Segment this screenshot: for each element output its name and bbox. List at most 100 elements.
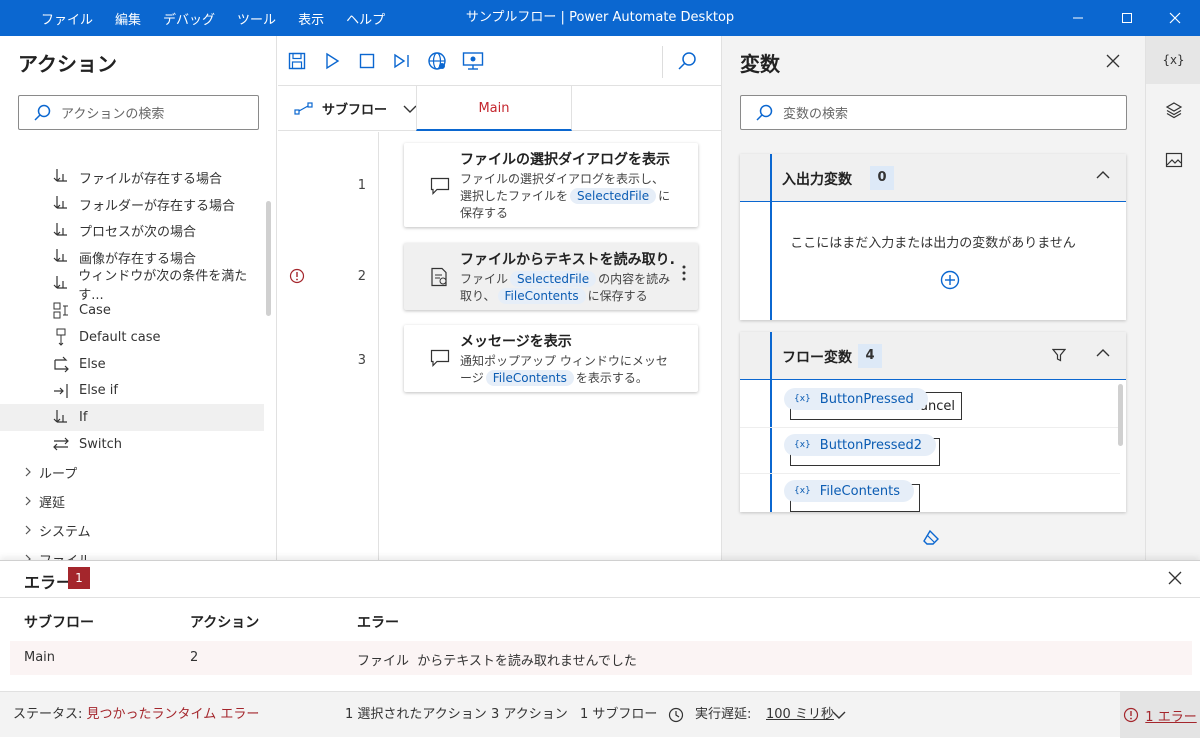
- stop-icon[interactable]: [356, 50, 378, 72]
- ui-elements-tab-button[interactable]: [1146, 86, 1200, 134]
- variable-name: ButtonPressed2: [819, 437, 923, 453]
- web-recorder-icon[interactable]: [426, 50, 448, 72]
- flow-variables-label: フロー変数: [782, 350, 852, 366]
- variable-name: ButtonPressed: [819, 391, 914, 407]
- column-header-action: アクション: [190, 615, 260, 631]
- status-value: 見つかったランタイム エラー: [86, 707, 260, 722]
- actions-search-placeholder: アクションの検索: [61, 107, 165, 122]
- line-number: 1: [357, 178, 366, 193]
- filter-icon[interactable]: [1052, 348, 1066, 362]
- io-variables-header[interactable]: 入出力変数 0: [740, 154, 1126, 202]
- action-item-process[interactable]: プロセスが次の場合: [0, 217, 264, 244]
- error-message-cell: ファイル からテキストを読み取れませんでした: [357, 654, 637, 669]
- flow-variable-row[interactable]: {x} FileContents: [740, 474, 1120, 512]
- step-title: ファイルからテキストを読み取り...: [460, 252, 676, 268]
- menu-file[interactable]: ファイル: [30, 9, 104, 28]
- action-group-loop[interactable]: ループ: [0, 458, 264, 487]
- images-tab-button[interactable]: [1146, 136, 1200, 184]
- error-pane-title: エラー: [24, 573, 73, 592]
- action-item-file-exists[interactable]: ファイルが存在する場合: [0, 164, 264, 191]
- delay-value[interactable]: 100 ミリ秒: [766, 692, 834, 738]
- variables-scrollbar[interactable]: [1118, 384, 1123, 446]
- action-group-label: システム: [39, 524, 91, 540]
- chevron-up-icon[interactable]: [1096, 170, 1110, 180]
- close-window-button[interactable]: [1152, 0, 1198, 36]
- action-group-delay[interactable]: 遅延: [0, 487, 264, 516]
- line-number: 3: [357, 353, 366, 368]
- read-text-file-icon: [430, 267, 450, 287]
- error-indicator-icon[interactable]: [289, 268, 305, 284]
- subflows-count: 1 サブフロー: [580, 707, 658, 722]
- maximize-button[interactable]: [1104, 0, 1150, 36]
- step-text: を表示する。: [575, 371, 648, 385]
- switch-icon: [52, 435, 70, 453]
- io-variables-count: 0: [870, 166, 894, 190]
- if-branch-icon: [52, 275, 69, 293]
- flow-variable-row[interactable]: {x} ButtonPressed2: [740, 428, 1120, 474]
- step-title: メッセージを表示: [460, 334, 572, 350]
- save-icon[interactable]: [286, 50, 308, 72]
- desktop-recorder-icon[interactable]: [462, 50, 484, 72]
- menu-debug[interactable]: デバッグ: [152, 9, 226, 28]
- actions-scrollbar[interactable]: [266, 201, 271, 316]
- variables-search-input[interactable]: 変数の検索: [740, 95, 1127, 130]
- variable-chip[interactable]: {x} FileContents: [784, 480, 915, 502]
- run-icon[interactable]: [321, 50, 343, 72]
- action-item-else[interactable]: Else: [0, 351, 264, 378]
- action-item-else-if[interactable]: Else if: [0, 378, 264, 405]
- io-empty-message: ここにはまだ入力または出力の変数がありません: [790, 236, 1076, 251]
- variable-chip[interactable]: {x} ButtonPressed2: [784, 434, 937, 456]
- flow-step-1[interactable]: ファイルの選択ダイアログを表示 ファイルの選択ダイアログを表示し、選択したファイ…: [404, 143, 698, 227]
- variables-tab-button[interactable]: {x}: [1146, 36, 1200, 84]
- menu-help[interactable]: ヘルプ: [335, 9, 396, 28]
- menu-edit[interactable]: 編集: [104, 9, 152, 28]
- status-text: ステータス: 見つかったランタイム エラー: [13, 692, 259, 738]
- action-item-folder-exists[interactable]: フォルダーが存在する場合: [0, 191, 264, 218]
- subflow-dropdown[interactable]: サブフロー: [294, 86, 425, 131]
- menu-view[interactable]: 表示: [287, 9, 335, 28]
- tab-main[interactable]: Main: [416, 86, 572, 131]
- search-icon: [33, 104, 51, 122]
- chevron-down-icon[interactable]: [832, 710, 846, 720]
- chevron-up-icon[interactable]: [1096, 348, 1110, 358]
- action-item-if[interactable]: If: [0, 404, 264, 431]
- variable-icon: {x}: [794, 440, 811, 450]
- step-title: ファイルの選択ダイアログを表示: [460, 152, 670, 168]
- add-icon[interactable]: [940, 270, 960, 290]
- more-options-icon[interactable]: [682, 265, 686, 281]
- search-icon: [755, 104, 773, 122]
- errors-link[interactable]: 1 エラー: [1120, 692, 1200, 738]
- else-icon: [52, 355, 70, 373]
- right-sidebar: {x}: [1145, 36, 1200, 560]
- run-next-action-icon[interactable]: [391, 50, 413, 72]
- action-item-label: Switch: [79, 436, 122, 452]
- action-item-label: Else: [79, 356, 106, 372]
- variable-chip[interactable]: {x} ButtonPressed: [784, 388, 928, 410]
- action-item-window-condition[interactable]: ウィンドウが次の条件を満たす...: [0, 269, 264, 303]
- action-item-switch[interactable]: Switch: [0, 431, 264, 458]
- delay-label: 実行遅延:: [695, 707, 752, 722]
- io-variables-label: 入出力変数: [782, 172, 852, 188]
- flow-variable-row[interactable]: Cancel {x} ButtonPressed: [740, 382, 1120, 428]
- variable-token: FileContents: [497, 288, 586, 304]
- action-group-file[interactable]: ファイル: [0, 545, 264, 560]
- error-count-badge: 1: [68, 567, 90, 589]
- close-icon[interactable]: [1168, 571, 1182, 585]
- action-item-label: Case: [79, 303, 111, 319]
- search-icon[interactable]: [676, 50, 698, 72]
- dialog-icon: [430, 177, 450, 195]
- close-icon[interactable]: [1106, 54, 1120, 68]
- variable-token: SelectedFile: [570, 188, 657, 204]
- minimize-button[interactable]: [1055, 0, 1101, 36]
- io-variables-section: 入出力変数 0 ここにはまだ入力または出力の変数がありません: [740, 154, 1126, 320]
- designer-toolbar: [278, 36, 722, 86]
- action-group-label: ループ: [39, 466, 78, 482]
- eraser-icon[interactable]: [922, 528, 942, 546]
- flow-step-3[interactable]: メッセージを表示 通知ポップアップ ウィンドウにメッセージ FileContent…: [404, 325, 698, 392]
- menu-tools[interactable]: ツール: [226, 9, 287, 28]
- action-group-system[interactable]: システム: [0, 516, 264, 545]
- actions-search-input[interactable]: アクションの検索: [18, 95, 259, 130]
- flow-step-2[interactable]: ファイルからテキストを読み取り... ファイル SelectedFile の内容を読…: [404, 243, 698, 310]
- action-item-default-case[interactable]: Default case: [0, 324, 264, 351]
- flow-variables-header[interactable]: フロー変数 4: [740, 332, 1126, 380]
